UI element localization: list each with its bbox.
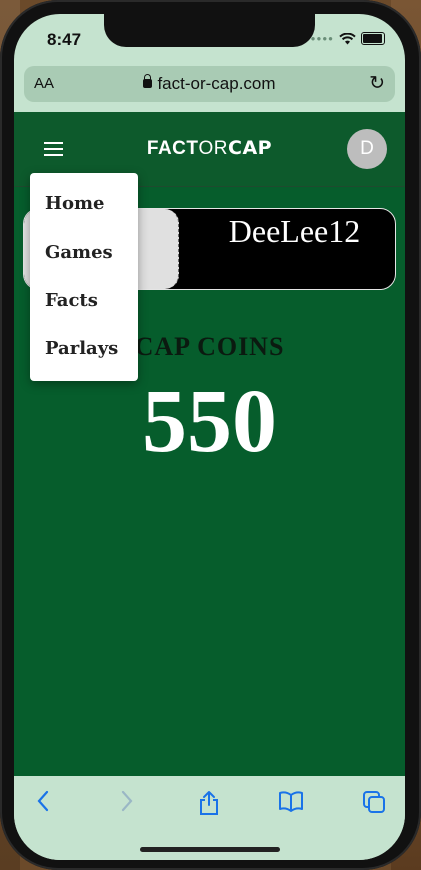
menu-item-facts[interactable]: Facts [45, 290, 98, 311]
tabs-icon[interactable] [362, 790, 386, 814]
lock-icon [143, 74, 153, 88]
forward-icon[interactable] [120, 790, 134, 812]
status-icons: ●●●● [311, 32, 385, 45]
notch [104, 14, 315, 47]
url-text: fact-or-cap.com [157, 74, 276, 93]
reload-icon[interactable]: ↻ [369, 72, 385, 95]
home-indicator[interactable] [140, 847, 280, 852]
back-icon[interactable] [36, 790, 50, 812]
nav-dropdown-menu: Home Games Facts Parlays [30, 173, 138, 381]
status-time: 8:47 [47, 30, 82, 49]
share-icon[interactable] [198, 790, 220, 816]
url-display[interactable]: fact-or-cap.com [24, 74, 395, 94]
app-content: FACTORCAP D DeeLee12 CAP COINS 550 Home … [14, 112, 405, 776]
browser-toolbar [14, 776, 405, 860]
bookmarks-icon[interactable] [278, 790, 304, 812]
coins-value: 550 [142, 372, 277, 471]
logo-cap: CAP [228, 137, 273, 159]
logo-fact: FACT [146, 138, 199, 159]
address-bar[interactable]: AA fact-or-cap.com ↻ [24, 66, 395, 102]
logo-or: OR [198, 138, 229, 159]
wifi-icon [339, 32, 356, 44]
battery-icon [361, 32, 385, 45]
menu-item-home[interactable]: Home [45, 193, 105, 214]
menu-item-parlays[interactable]: Parlays [45, 338, 118, 359]
screen: 8:47 ●●●● AA fact-or-cap.com ↻ FACTORCAP… [14, 14, 405, 860]
menu-item-games[interactable]: Games [45, 242, 113, 263]
phone-frame: 8:47 ●●●● AA fact-or-cap.com ↻ FACTORCAP… [0, 0, 421, 870]
signal-icon: ●●●● [310, 34, 334, 43]
username: DeeLee12 [228, 213, 361, 249]
avatar[interactable]: D [347, 129, 387, 169]
